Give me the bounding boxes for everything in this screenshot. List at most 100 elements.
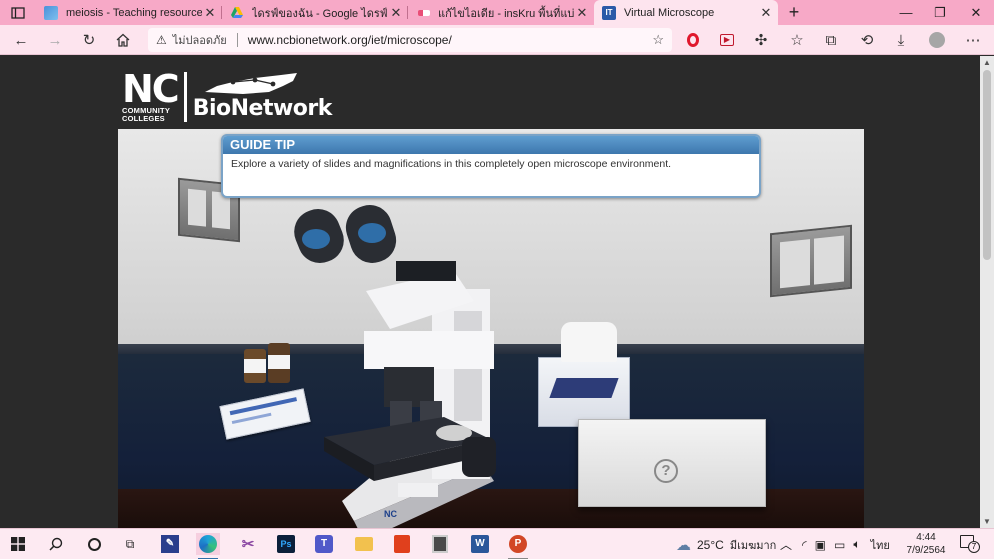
logo-bionetwork-text: BioNetwork [192, 95, 333, 121]
refresh-button[interactable]: ↻ [78, 29, 100, 51]
taskbar-app-word[interactable]: W [468, 533, 492, 555]
taskbar-clock[interactable]: 4:44 7/9/2564 [900, 531, 952, 557]
minimize-button[interactable]: — [888, 0, 924, 25]
tab-google-drive[interactable]: ไดรฟ์ของฉัน - Google ไดรฟ์ ✕ [222, 0, 408, 25]
browser-toolbar: ← → ↻ ⚠ ไม่ปลอดภัย www.ncbionetwork.org/… [0, 25, 994, 55]
google-drive-icon [231, 6, 243, 18]
close-icon[interactable]: ✕ [574, 5, 590, 21]
scroll-thumb[interactable] [983, 70, 991, 260]
task-view-button[interactable]: ⧉ [118, 533, 142, 555]
pen-app-icon: ✎ [161, 535, 179, 553]
favorites-list-icon: ☆ [790, 32, 804, 49]
taskbar-app-calculator[interactable] [428, 533, 452, 555]
tab-meiosis[interactable]: meiosis - Teaching resources ✕ [36, 0, 222, 25]
clock-date: 7/9/2564 [906, 545, 946, 556]
weather-temperature: 25°C [697, 537, 724, 552]
tissue-box[interactable] [538, 322, 630, 427]
battery-icon[interactable]: ▭ [834, 538, 845, 552]
taskbar-app-paint[interactable]: ✎ [158, 533, 182, 555]
nc-state-map-icon [204, 72, 297, 94]
windows-logo-icon [11, 537, 25, 551]
opera-extension-button[interactable] [682, 29, 704, 51]
input-language-indicator[interactable]: ไทย [871, 536, 890, 554]
settings-more-button[interactable]: ⋯ [962, 29, 984, 51]
collections-button[interactable]: ⧉ [820, 29, 842, 51]
puzzle-piece-icon: ✣ [754, 32, 768, 49]
tab-actions-button[interactable] [4, 2, 32, 23]
tab-actions-icon [11, 6, 25, 19]
device-icon[interactable]: ▣ [815, 538, 826, 552]
extensions-button[interactable]: ✣ [750, 29, 772, 51]
restore-button[interactable]: ❐ [922, 0, 958, 25]
opera-icon [687, 33, 699, 47]
more-dots-icon: ⋯ [965, 32, 981, 49]
taskbar-app-teams[interactable]: T [312, 533, 336, 555]
tab-title: meiosis - Teaching resources [66, 6, 202, 19]
divider [236, 33, 238, 47]
bionetwork-mark: BioNetwork [192, 72, 333, 121]
wifi-icon[interactable]: ◜ [802, 538, 807, 552]
favorites-button[interactable]: ☆ [786, 29, 808, 51]
tab-title: ไดรฟ์ของฉัน - Google ไดรฟ์ [252, 7, 388, 20]
nc-community-colleges-mark: NC COMMUNITY COLLEGES [122, 70, 180, 123]
word-icon: W [471, 535, 489, 553]
taskbar-app-powerpoint[interactable]: P [506, 533, 530, 555]
cloud-icon: ☁ [676, 536, 691, 554]
help-button[interactable]: ? [654, 459, 678, 483]
microscope-model[interactable]: NC [294, 201, 528, 528]
profile-button[interactable] [926, 29, 948, 51]
cortana-button[interactable] [82, 533, 106, 555]
search-button[interactable] [44, 533, 68, 555]
edge-browser-icon [199, 535, 217, 553]
forward-arrow-icon: → [47, 31, 63, 49]
video-extension-button[interactable]: ▶ [716, 29, 738, 51]
history-button[interactable]: ⟲ [856, 29, 878, 51]
page-viewport: NC COMMUNITY COLLEGES BioNetwork NC GUID… [0, 56, 980, 528]
downloads-button[interactable]: ⤓ [890, 29, 912, 51]
add-favorite-star-icon[interactable]: ☆ [652, 32, 664, 48]
history-icon: ⟲ [860, 32, 874, 49]
show-hidden-icons-chevron-icon[interactable]: ︿ [780, 536, 792, 553]
taskbar-app-file-explorer[interactable] [352, 533, 376, 555]
security-status-label[interactable]: ไม่ปลอดภัย [173, 31, 227, 49]
taskbar-app-edge[interactable] [196, 533, 220, 555]
download-icon: ⤓ [897, 31, 905, 49]
address-bar[interactable]: ⚠ ไม่ปลอดภัย www.ncbionetwork.org/iet/mi… [148, 28, 672, 52]
taskbar-app-snip[interactable]: ✂ [236, 533, 260, 555]
close-icon[interactable]: ✕ [758, 5, 774, 21]
close-window-button[interactable]: ✕ [958, 0, 994, 25]
forward-button[interactable]: → [44, 29, 66, 51]
inskru-favicon-icon [418, 9, 430, 16]
start-button[interactable] [6, 533, 30, 555]
photoshop-icon: Ps [277, 535, 295, 553]
volume-icon[interactable]: 🔈︎ [853, 537, 860, 552]
url-text[interactable]: www.ncbionetwork.org/iet/microscope/ [248, 33, 452, 47]
play-extension-icon: ▶ [720, 34, 734, 46]
taskbar-app-office[interactable] [390, 533, 414, 555]
tab-title: Virtual Microscope [624, 6, 715, 19]
notification-center-button[interactable]: 7 [960, 535, 980, 553]
scroll-down-arrow-icon[interactable]: ▼ [980, 517, 994, 526]
refresh-icon: ↻ [82, 32, 96, 49]
microscope-favicon-icon: IT [602, 5, 616, 20]
reagent-bottles[interactable] [244, 339, 296, 383]
tab-virtual-microscope[interactable]: IT Virtual Microscope ✕ [594, 0, 778, 25]
close-icon[interactable]: ✕ [202, 5, 218, 21]
taskbar-app-photoshop[interactable]: Ps [274, 533, 298, 555]
guide-tip-text: Explore a variety of slides and magnific… [231, 158, 672, 170]
scroll-up-arrow-icon[interactable]: ▲ [980, 58, 994, 67]
nc-bionetwork-logo[interactable]: NC COMMUNITY COLLEGES BioNetwork [122, 70, 332, 124]
search-icon [49, 537, 63, 551]
weather-widget[interactable]: ☁ 25°C มีเมฆมาก [676, 529, 776, 559]
collections-icon: ⧉ [825, 31, 837, 49]
powerpoint-icon: P [509, 535, 527, 553]
new-tab-button[interactable]: + [784, 2, 804, 22]
back-button[interactable]: ← [10, 29, 32, 51]
home-button[interactable] [112, 29, 134, 51]
calculator-icon [432, 535, 448, 553]
microscope-3d-scene[interactable]: NC GUIDE TIP Explore a variety of slides… [118, 129, 864, 528]
page-scrollbar[interactable]: ▲ ▼ [980, 56, 994, 528]
tab-inskru[interactable]: แก้ไขไอเดีย - insKru พื้นที่แบ่งปันไอเดี… [410, 0, 594, 25]
avatar-icon [929, 32, 945, 48]
close-icon[interactable]: ✕ [388, 5, 404, 21]
